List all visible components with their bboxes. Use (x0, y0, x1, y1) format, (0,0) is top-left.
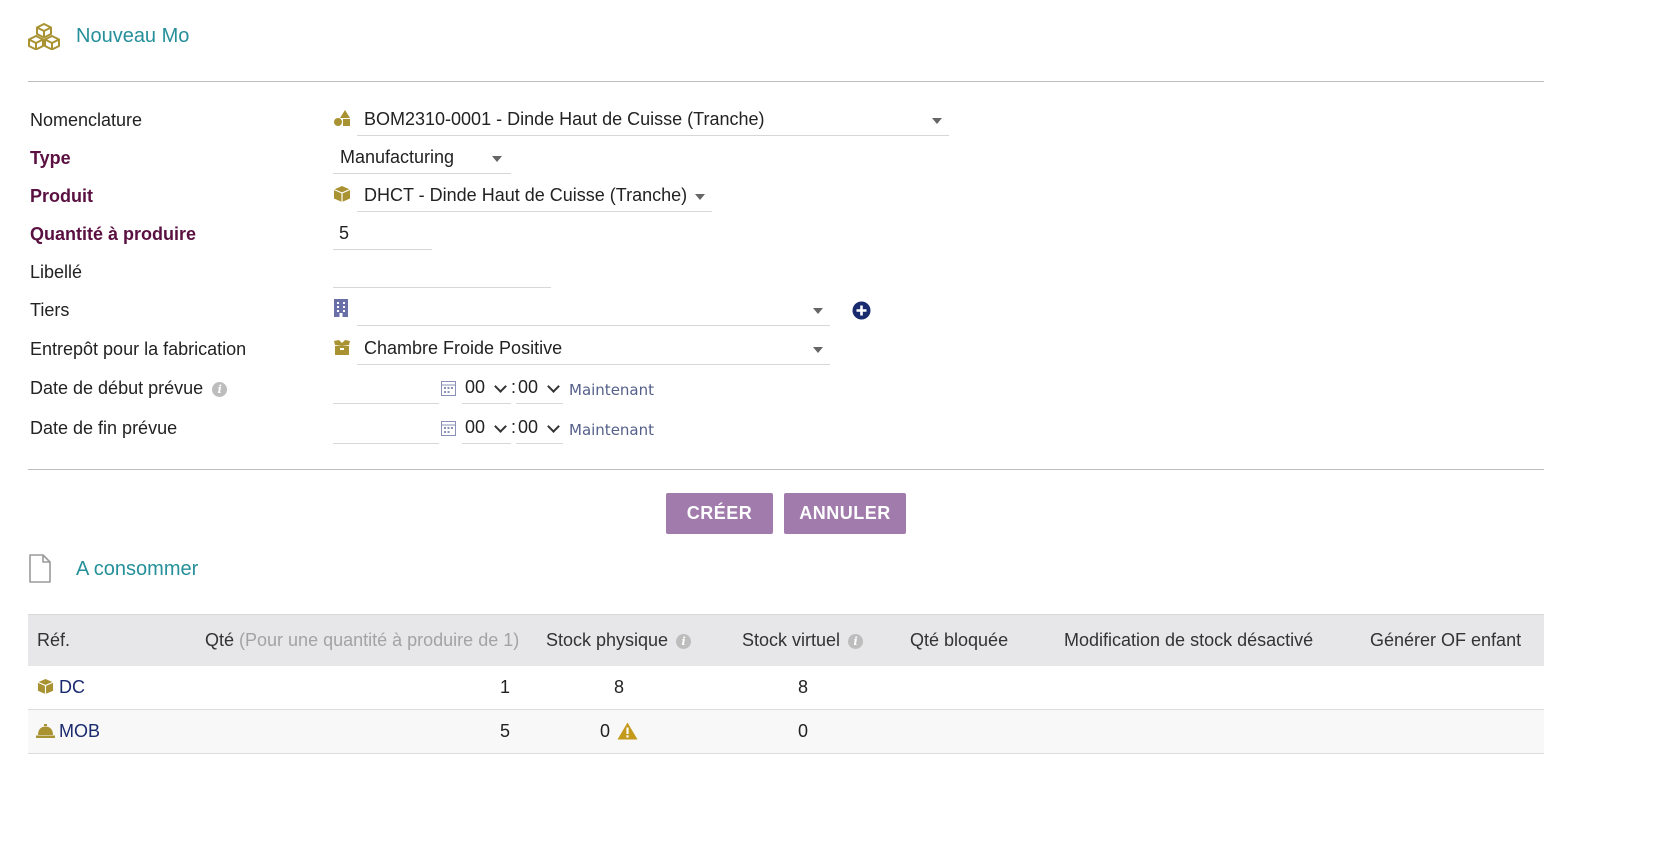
date-fin-hour-value: 00 (465, 417, 486, 437)
info-icon: i (212, 381, 228, 397)
row-stock-virtuel: 8 (797, 677, 808, 697)
building-icon (334, 299, 348, 317)
date-debut-minute-select[interactable]: 00 (516, 373, 563, 404)
warning-icon (617, 722, 638, 740)
produit-select[interactable]: DHCT - Dinde Haut de Cuisse (Tranche) (357, 180, 712, 212)
produit-label: Produit (30, 186, 93, 206)
consume-section-title: A consommer (76, 558, 199, 580)
date-fin-hour-select[interactable]: 00 (462, 413, 511, 444)
calendar-icon[interactable] (441, 381, 456, 396)
date-fin-label: Date de fin prévue (30, 418, 178, 438)
create-button[interactable]: CRÉER (666, 493, 773, 534)
col-header-stock-physique: Stock physique i (546, 630, 692, 651)
chevron-down-icon (813, 347, 823, 353)
nomenclature-value: BOM2310-0001 - Dinde Haut de Cuisse (Tra… (364, 109, 765, 129)
date-debut-minute-value: 00 (518, 377, 539, 397)
col-header-ref: Réf. (37, 630, 71, 650)
date-fin-minute-select[interactable]: 00 (516, 413, 563, 444)
quantite-label: Quantité à produire (30, 224, 197, 244)
cancel-button[interactable]: ANNULER (784, 493, 906, 534)
row-ref-link[interactable]: DC (59, 677, 85, 698)
col-header-stock-physique-label: Stock physique (546, 630, 669, 650)
col-header-stock-virtuel-label: Stock virtuel (742, 630, 841, 650)
date-debut-now-link[interactable]: Maintenant (569, 381, 654, 399)
col-header-qty-note: (Pour une quantité à produire de 1) (239, 630, 520, 650)
row-stock-virtuel: 0 (797, 721, 808, 741)
date-debut-label: Date de début prévue i (30, 378, 228, 399)
chevron-down-icon (932, 118, 942, 124)
entrepot-value: Chambre Froide Positive (364, 338, 563, 358)
col-header-qty-bloquee: Qté bloquée (910, 630, 1009, 650)
entrepot-select[interactable]: Chambre Froide Positive (357, 333, 830, 365)
info-icon: i (848, 633, 864, 649)
chevron-down-icon (547, 420, 560, 433)
col-header-generer-of: Générer OF enfant (1370, 630, 1522, 650)
date-debut-label-text: Date de début prévue (30, 378, 204, 398)
col-header-qty-label: Qté (205, 630, 235, 650)
divider (28, 81, 1544, 82)
col-header-stock-virtuel: Stock virtuel i (742, 630, 864, 651)
date-fin-minute-value: 00 (518, 417, 539, 437)
date-fin-input[interactable] (333, 413, 439, 444)
boxes-icon (28, 23, 60, 50)
row-ref-link[interactable]: MOB (59, 721, 100, 742)
row-qty: 5 (499, 721, 510, 741)
type-label: Type (30, 148, 71, 168)
nomenclature-label: Nomenclature (30, 110, 143, 130)
add-tiers-plus-icon[interactable] (852, 301, 871, 320)
bom-shapes-icon (334, 110, 350, 126)
quantite-value: 5 (339, 223, 350, 243)
tiers-select[interactable] (357, 294, 830, 326)
chevron-down-icon (547, 380, 560, 393)
type-select[interactable]: Manufacturing (333, 142, 511, 174)
nomenclature-select[interactable]: BOM2310-0001 - Dinde Haut de Cuisse (Tra… (357, 104, 949, 136)
entrepot-label: Entrepôt pour la fabrication (30, 339, 247, 359)
product-box-icon (37, 678, 54, 695)
libelle-input[interactable] (333, 256, 551, 288)
document-icon (29, 554, 51, 583)
col-header-modif-stock: Modification de stock désactivé (1064, 630, 1314, 650)
info-icon: i (676, 633, 692, 649)
date-debut-hour-value: 00 (465, 377, 486, 397)
date-debut-input[interactable] (333, 373, 439, 404)
date-debut-hour-select[interactable]: 00 (462, 373, 511, 404)
product-box-icon (333, 186, 351, 202)
quantite-input[interactable]: 5 (333, 218, 432, 250)
libelle-label: Libellé (30, 262, 83, 282)
page-title: Nouveau Mo (76, 25, 190, 47)
row-stock-physique: 8 (613, 677, 624, 697)
date-fin-now-link[interactable]: Maintenant (569, 421, 654, 439)
divider (28, 469, 1544, 470)
type-value: Manufacturing (340, 147, 455, 167)
row-stock-physique: 0 (599, 721, 610, 741)
chevron-down-icon (695, 194, 705, 200)
chevron-down-icon (492, 156, 502, 162)
chevron-down-icon (494, 380, 507, 393)
produit-value: DHCT - Dinde Haut de Cuisse (Tranche) (364, 185, 688, 205)
col-header-qty: Qté (Pour une quantité à produire de 1) (205, 630, 519, 651)
tiers-label: Tiers (30, 300, 70, 320)
calendar-icon[interactable] (441, 421, 456, 436)
service-bell-icon (36, 724, 55, 738)
chevron-down-icon (813, 308, 823, 314)
row-qty: 1 (499, 677, 510, 697)
chevron-down-icon (494, 420, 507, 433)
warehouse-box-icon (334, 340, 350, 355)
